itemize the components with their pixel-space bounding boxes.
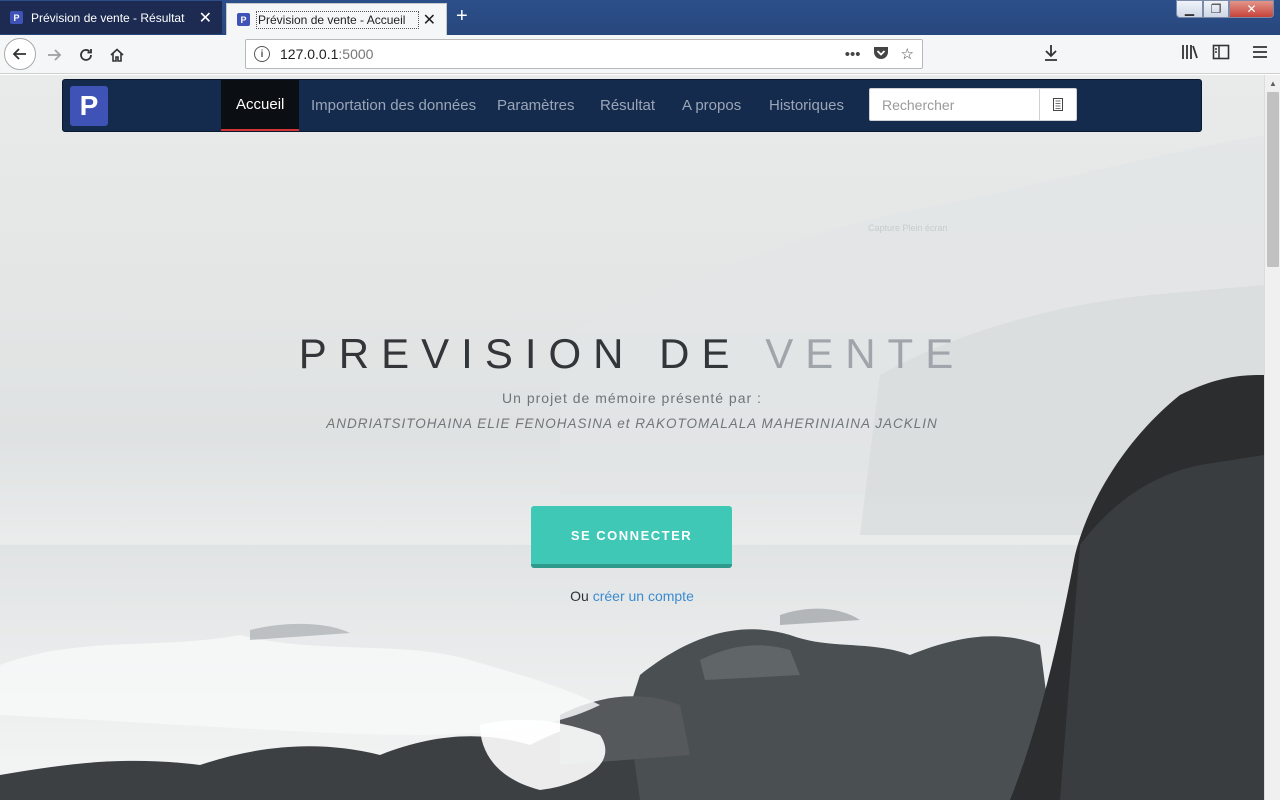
nav-link-accueil[interactable]: Accueil bbox=[221, 80, 300, 131]
close-window-button[interactable]: ✕ bbox=[1229, 0, 1274, 18]
search-input[interactable]: Rechercher bbox=[870, 89, 1039, 120]
hero-authors: ANDRIATSITOHAINA ELIE FENOHASINA et RAKO… bbox=[326, 416, 938, 431]
site-logo[interactable]: P bbox=[70, 86, 108, 126]
site-navbar: P Accueil Importation des données Paramè… bbox=[62, 79, 1202, 132]
nav-link-parametres[interactable]: Paramètres bbox=[482, 80, 590, 131]
screenshot-watermark: Capture Plein écran bbox=[868, 223, 948, 233]
nav-link-importation[interactable]: Importation des données bbox=[296, 80, 491, 131]
register-prefix: Ou bbox=[570, 588, 589, 604]
scrollbar-thumb[interactable] bbox=[1267, 92, 1279, 267]
hero-title: PREVISION DE VENTE bbox=[0, 330, 1264, 378]
reload-icon[interactable] bbox=[71, 40, 101, 70]
back-arrow-icon[interactable] bbox=[4, 38, 36, 70]
nav-link-historiques[interactable]: Historiques bbox=[754, 80, 859, 131]
login-button[interactable]: SE CONNECTER bbox=[531, 506, 732, 568]
hero-title-dark: PREVISION DE bbox=[298, 330, 766, 377]
star-icon[interactable]: ☆ bbox=[901, 45, 914, 63]
library-icon[interactable] bbox=[1181, 44, 1199, 65]
scroll-up-icon[interactable]: ▲ bbox=[1265, 75, 1280, 91]
hamburger-menu-icon[interactable] bbox=[1252, 44, 1268, 65]
sidebar-icon[interactable] bbox=[1212, 44, 1230, 65]
url-bar[interactable]: i 127.0.0.1 :5000 ••• ☆ bbox=[245, 39, 923, 69]
page-scrollbar[interactable]: ▲ bbox=[1264, 75, 1280, 800]
pocket-icon[interactable] bbox=[873, 45, 889, 64]
new-tab-icon[interactable]: + bbox=[456, 5, 468, 28]
close-tab-icon[interactable]: ✕ bbox=[423, 10, 436, 30]
browser-toolbar: i 127.0.0.1 :5000 ••• ☆ bbox=[0, 35, 1280, 74]
home-icon[interactable] bbox=[102, 40, 132, 70]
minimize-window-button[interactable]: ▁ bbox=[1176, 0, 1203, 18]
background-landscape bbox=[0, 135, 1264, 800]
download-icon[interactable] bbox=[1043, 44, 1059, 67]
maximize-window-button[interactable]: ❐ bbox=[1203, 0, 1229, 18]
hero-title-light: VENTE bbox=[765, 330, 966, 377]
close-tab-icon[interactable]: ✕ bbox=[199, 8, 212, 28]
tab-resultat[interactable]: P Prévision de vente - Résultat ✕ bbox=[0, 1, 222, 34]
register-line: Ou créer un compte bbox=[0, 588, 1264, 604]
page-viewport: P Accueil Importation des données Paramè… bbox=[0, 75, 1264, 800]
create-account-link[interactable]: créer un compte bbox=[593, 588, 694, 604]
site-favicon-icon: P bbox=[237, 13, 250, 26]
search-button-icon[interactable] bbox=[1039, 89, 1076, 120]
site-search: Rechercher bbox=[869, 88, 1077, 121]
url-host: 127.0.0.1 bbox=[280, 46, 339, 62]
tab-title: Prévision de vente - Résultat bbox=[31, 10, 185, 25]
tab-title: Prévision de vente - Accueil bbox=[256, 10, 419, 29]
tab-accueil[interactable]: P Prévision de vente - Accueil ✕ bbox=[226, 3, 447, 35]
nav-link-resultat[interactable]: Résultat bbox=[585, 80, 670, 131]
browser-tab-strip: P Prévision de vente - Résultat ✕ P Prév… bbox=[0, 0, 1280, 35]
nav-link-apropos[interactable]: A propos bbox=[667, 80, 756, 131]
site-favicon-icon: P bbox=[10, 11, 23, 24]
url-port: :5000 bbox=[338, 46, 374, 62]
more-dots-icon[interactable]: ••• bbox=[845, 46, 861, 63]
hero-subtitle: Un projet de mémoire présenté par : bbox=[502, 390, 762, 406]
info-icon[interactable]: i bbox=[254, 46, 270, 62]
forward-arrow-icon[interactable] bbox=[39, 40, 69, 70]
